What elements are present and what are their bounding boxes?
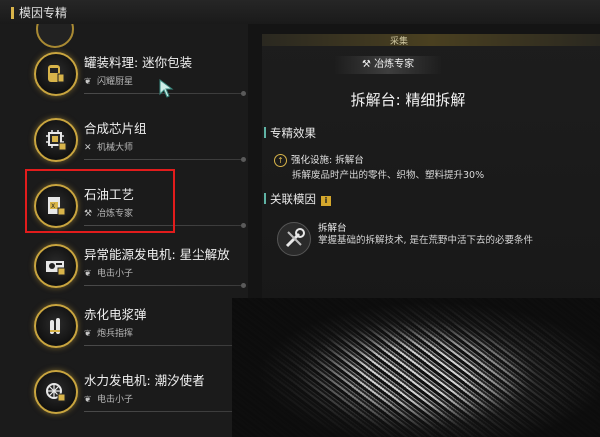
list-item-plasma-rounds[interactable]: 赤化电浆弹 ❦ 炮兵指挥 — [0, 294, 248, 354]
effect-name: ↑ 强化设施: 拆解台 — [274, 152, 364, 167]
list-item-divider — [84, 409, 246, 414]
hydro-generator-icon — [34, 370, 78, 414]
mouse-cursor-icon — [159, 79, 174, 98]
category-tab-label: 采集 — [390, 37, 409, 47]
list-item-profession: ❦ 电击小子 — [84, 395, 134, 405]
list-item-name: 水力发电机: 潮汐使者 — [84, 373, 205, 388]
selection-highlight-box — [25, 169, 175, 233]
linked-heading: 关联模因 i — [264, 191, 331, 207]
linked-meme-description: 掌握基础的拆解技术, 是在荒野中活下去的必要条件 — [318, 235, 534, 246]
list-item-profession: ❦ 炮兵指挥 — [84, 329, 134, 339]
can-icon — [34, 52, 78, 96]
list-item-name: 罐装料理: 迷你包装 — [84, 55, 193, 70]
list-item-canned-food[interactable]: 罐装料理: 迷你包装 ❦ 闪耀厨星 — [0, 42, 248, 102]
list-item-divider — [84, 283, 246, 288]
header-accent-bar — [11, 7, 14, 19]
top-header: 模因专精 — [0, 0, 600, 24]
list-item-synthetic-chipset[interactable]: 合成芯片组 ✕ 机械大师 — [0, 108, 248, 168]
leaf-icon: ❦ — [84, 395, 92, 405]
list-item-name: 异常能源发电机: 星尘解放 — [84, 247, 230, 262]
noise-overlay-vignette — [232, 298, 600, 437]
list-item-hydro-generator[interactable]: 水力发电机: 潮汐使者 ❦ 电击小子 — [0, 360, 248, 420]
tools-icon: ✕ — [84, 143, 92, 153]
effect-description: 拆解废品时产出的零件、织物、塑料提升30% — [292, 170, 485, 181]
upgrade-icon: ↑ — [274, 154, 287, 167]
effects-heading: 专精效果 — [264, 126, 316, 140]
chip-icon — [34, 118, 78, 162]
header-title: 模因专精 — [19, 6, 68, 20]
leaf-icon: ❦ — [84, 269, 92, 279]
bullets-icon — [34, 304, 78, 348]
category-tab[interactable]: 采集 — [262, 34, 600, 47]
profession-banner: ⚒ 冶炼专家 — [334, 56, 442, 74]
list-item-divider — [84, 343, 246, 348]
linked-meme-name: 拆解台 — [318, 223, 347, 234]
leaf-icon: ❦ — [84, 329, 92, 339]
list-item-divider — [84, 157, 246, 162]
linked-meme-card[interactable]: 拆解台 掌握基础的拆解技术, 是在荒野中活下去的必要条件 — [272, 216, 572, 270]
list-item-name: 赤化电浆弹 — [84, 307, 147, 322]
generator-icon — [34, 244, 78, 288]
info-icon[interactable]: i — [321, 196, 331, 206]
list-item-profession: ❦ 闪耀厨星 — [84, 77, 134, 87]
list-item-profession: ✕ 机械大师 — [84, 143, 134, 153]
wrench-screwdriver-icon — [277, 222, 311, 256]
leaf-icon: ❦ — [84, 77, 92, 87]
list-item-profession: ❦ 电击小子 — [84, 269, 134, 279]
hammer-icon: ⚒ — [361, 59, 375, 70]
list-item-anomaly-generator[interactable]: 异常能源发电机: 星尘解放 ❦ 电击小子 — [0, 234, 248, 294]
detail-title: 拆解台: 精细拆解 — [350, 91, 466, 109]
list-item-name: 合成芯片组 — [84, 121, 147, 136]
